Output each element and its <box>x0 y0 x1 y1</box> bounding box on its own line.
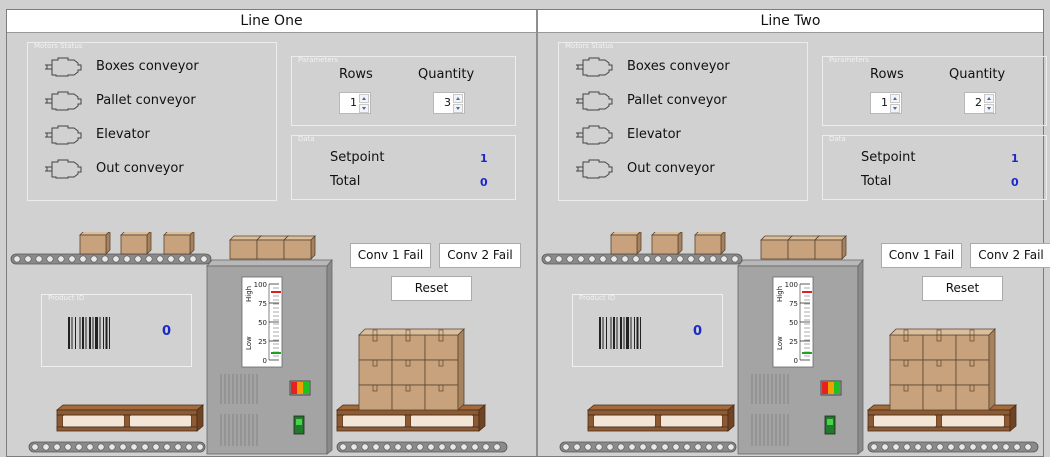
gauge-tick-label: 100 <box>254 281 267 289</box>
motor-label: Elevator <box>96 127 150 142</box>
rows-spinbox[interactable]: 1 <box>339 92 371 114</box>
motor-icon <box>576 57 613 77</box>
rows-label: Rows <box>870 67 904 82</box>
parameters-group: Parameters Rows Quantity 1 3 <box>291 56 516 126</box>
parameters-label: Parameters <box>829 56 870 64</box>
data-group: Data Setpoint 1 Total 0 <box>822 135 1047 200</box>
total-value: 0 <box>480 176 488 189</box>
motor-label: Boxes conveyor <box>96 59 199 74</box>
line-one-panel: Line One Motors Status Boxes conveyor Pa… <box>7 10 538 456</box>
gauge-tick-label: 75 <box>258 300 267 308</box>
gauge-high-label: High <box>245 286 253 302</box>
boxes-conveyor-belt <box>10 253 212 265</box>
gauge-tick-label: 25 <box>789 338 798 346</box>
gauge-tick-label: 0 <box>794 357 798 365</box>
motor-icon <box>576 125 613 145</box>
rows-up-arrow-icon[interactable] <box>890 94 900 103</box>
motors-status-label: Motors Status <box>565 42 614 50</box>
product-id-box: Product ID 0 <box>41 294 192 367</box>
quantity-down-arrow-icon[interactable] <box>453 104 463 113</box>
quantity-up-arrow-icon[interactable] <box>453 94 463 103</box>
quantity-spinbox[interactable]: 3 <box>433 92 465 114</box>
motor-icon <box>45 57 82 77</box>
reset-button[interactable]: Reset <box>922 276 1003 301</box>
motor-label: Pallet conveyor <box>96 93 196 108</box>
product-id-value: 0 <box>693 324 703 339</box>
gauge-tick-label: 0 <box>263 357 267 365</box>
gauge-low-label: Low <box>776 336 784 350</box>
rows-value: 1 <box>350 96 357 109</box>
gauge-tick-label: 75 <box>789 300 798 308</box>
conv-2-fail-button[interactable]: Conv 2 Fail <box>439 243 521 268</box>
total-label: Total <box>330 174 361 189</box>
total-label: Total <box>861 174 892 189</box>
data-label: Data <box>298 135 315 143</box>
setpoint-value: 1 <box>480 152 488 165</box>
setpoint-label: Setpoint <box>861 150 916 165</box>
quantity-value: 2 <box>975 96 982 109</box>
quantity-value: 3 <box>444 96 451 109</box>
conv-2-fail-button[interactable]: Conv 2 Fail <box>970 243 1050 268</box>
elevator-machine: 100 75 50 25 0 High Low <box>737 258 864 455</box>
product-id-label: Product ID <box>579 294 616 302</box>
product-id-box: Product ID 0 <box>572 294 723 367</box>
gauge-low-label: Low <box>245 336 253 350</box>
quantity-spinbox[interactable]: 2 <box>964 92 996 114</box>
parameters-label: Parameters <box>298 56 339 64</box>
rows-spinbox[interactable]: 1 <box>870 92 902 114</box>
motor-label: Out conveyor <box>96 161 184 176</box>
product-id-label: Product ID <box>48 294 85 302</box>
quantity-up-arrow-icon[interactable] <box>984 94 994 103</box>
conv-1-fail-button[interactable]: Conv 1 Fail <box>350 243 431 268</box>
setpoint-label: Setpoint <box>330 150 385 165</box>
rows-up-arrow-icon[interactable] <box>359 94 369 103</box>
line-title: Line One <box>7 10 536 33</box>
motor-label: Boxes conveyor <box>627 59 730 74</box>
rows-down-arrow-icon[interactable] <box>890 104 900 113</box>
rows-label: Rows <box>339 67 373 82</box>
line-title: Line Two <box>538 10 1043 33</box>
parameters-group: Parameters Rows Quantity 1 2 <box>822 56 1047 126</box>
product-id-value: 0 <box>162 324 172 339</box>
motor-label: Pallet conveyor <box>627 93 727 108</box>
barcode-icon <box>599 317 641 349</box>
motor-label: Elevator <box>627 127 681 142</box>
data-label: Data <box>829 135 846 143</box>
gauge-tick-label: 25 <box>258 338 267 346</box>
quantity-label: Quantity <box>949 67 1006 82</box>
elevator-machine: 100 75 50 25 0 High Low <box>206 258 333 455</box>
data-group: Data Setpoint 1 Total 0 <box>291 135 516 200</box>
total-value: 0 <box>1011 176 1019 189</box>
motor-icon <box>45 159 82 179</box>
reset-button[interactable]: Reset <box>391 276 472 301</box>
rows-down-arrow-icon[interactable] <box>359 104 369 113</box>
gauge-tick-label: 50 <box>258 319 267 327</box>
gauge-tick-label: 100 <box>785 281 798 289</box>
motors-status-label: Motors Status <box>34 42 83 50</box>
motor-icon <box>576 91 613 111</box>
line-two-panel: Line Two Motors Status Boxes conveyor Pa… <box>538 10 1050 456</box>
motor-icon <box>45 125 82 145</box>
motor-label: Out conveyor <box>627 161 715 176</box>
hmi-window: Line One Motors Status Boxes conveyor Pa… <box>6 9 1050 457</box>
motors-status-group: Motors Status Boxes conveyor Pallet conv… <box>27 42 277 201</box>
conv-1-fail-button[interactable]: Conv 1 Fail <box>881 243 962 268</box>
motor-icon <box>45 91 82 111</box>
rows-value: 1 <box>881 96 888 109</box>
quantity-down-arrow-icon[interactable] <box>984 104 994 113</box>
motors-status-group: Motors Status Boxes conveyor Pallet conv… <box>558 42 808 201</box>
barcode-icon <box>68 317 110 349</box>
motor-icon <box>576 159 613 179</box>
setpoint-value: 1 <box>1011 152 1019 165</box>
boxes-conveyor-belt <box>541 253 743 265</box>
gauge-high-label: High <box>776 286 784 302</box>
gauge-tick-label: 50 <box>789 319 798 327</box>
quantity-label: Quantity <box>418 67 475 82</box>
